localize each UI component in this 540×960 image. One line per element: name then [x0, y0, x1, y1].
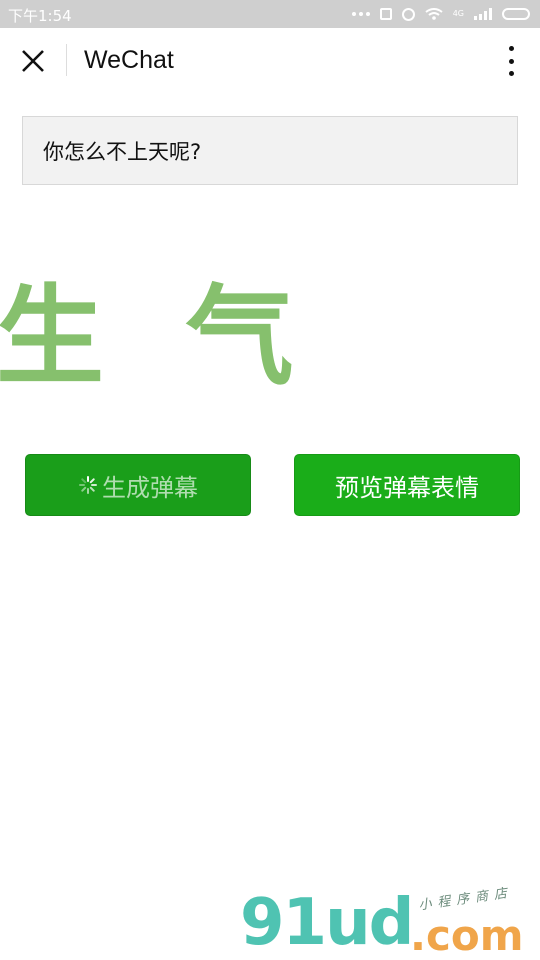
page-title: WeChat: [84, 46, 174, 74]
status-icons: 4G: [351, 4, 530, 24]
status-time: 下午1:54: [8, 7, 72, 25]
danmaku-text-input[interactable]: [22, 116, 518, 185]
preview-emoji-button[interactable]: 预览弹幕表情: [294, 454, 520, 516]
alarm-icon: [401, 7, 415, 21]
status-bar: 下午1:54 4G: [0, 0, 540, 28]
loading-spinner-icon: [79, 476, 97, 494]
danmaku-preview-text: 生 气: [0, 275, 316, 400]
wifi-icon: [425, 8, 443, 20]
more-menu-icon[interactable]: [504, 46, 518, 76]
signal-icon: [474, 8, 492, 20]
watermark-domain: .com: [410, 911, 524, 960]
close-icon[interactable]: [18, 46, 48, 76]
generate-danmaku-button[interactable]: 生成弹幕: [25, 454, 251, 516]
battery-icon: [502, 8, 530, 20]
nav-divider: [66, 44, 67, 76]
network-type-icon: 4G: [452, 9, 464, 18]
screen-rotate-icon: [379, 8, 392, 20]
preview-button-label: 预览弹幕表情: [335, 473, 479, 502]
watermark: 91ud .com 小程序商店: [240, 880, 540, 960]
watermark-tagline: 小程序商店: [417, 885, 514, 914]
generate-button-label: 生成弹幕: [102, 473, 198, 502]
watermark-logo: 91ud: [240, 886, 414, 960]
more-notifications-icon: [351, 12, 370, 16]
nav-bar: WeChat: [0, 28, 540, 94]
